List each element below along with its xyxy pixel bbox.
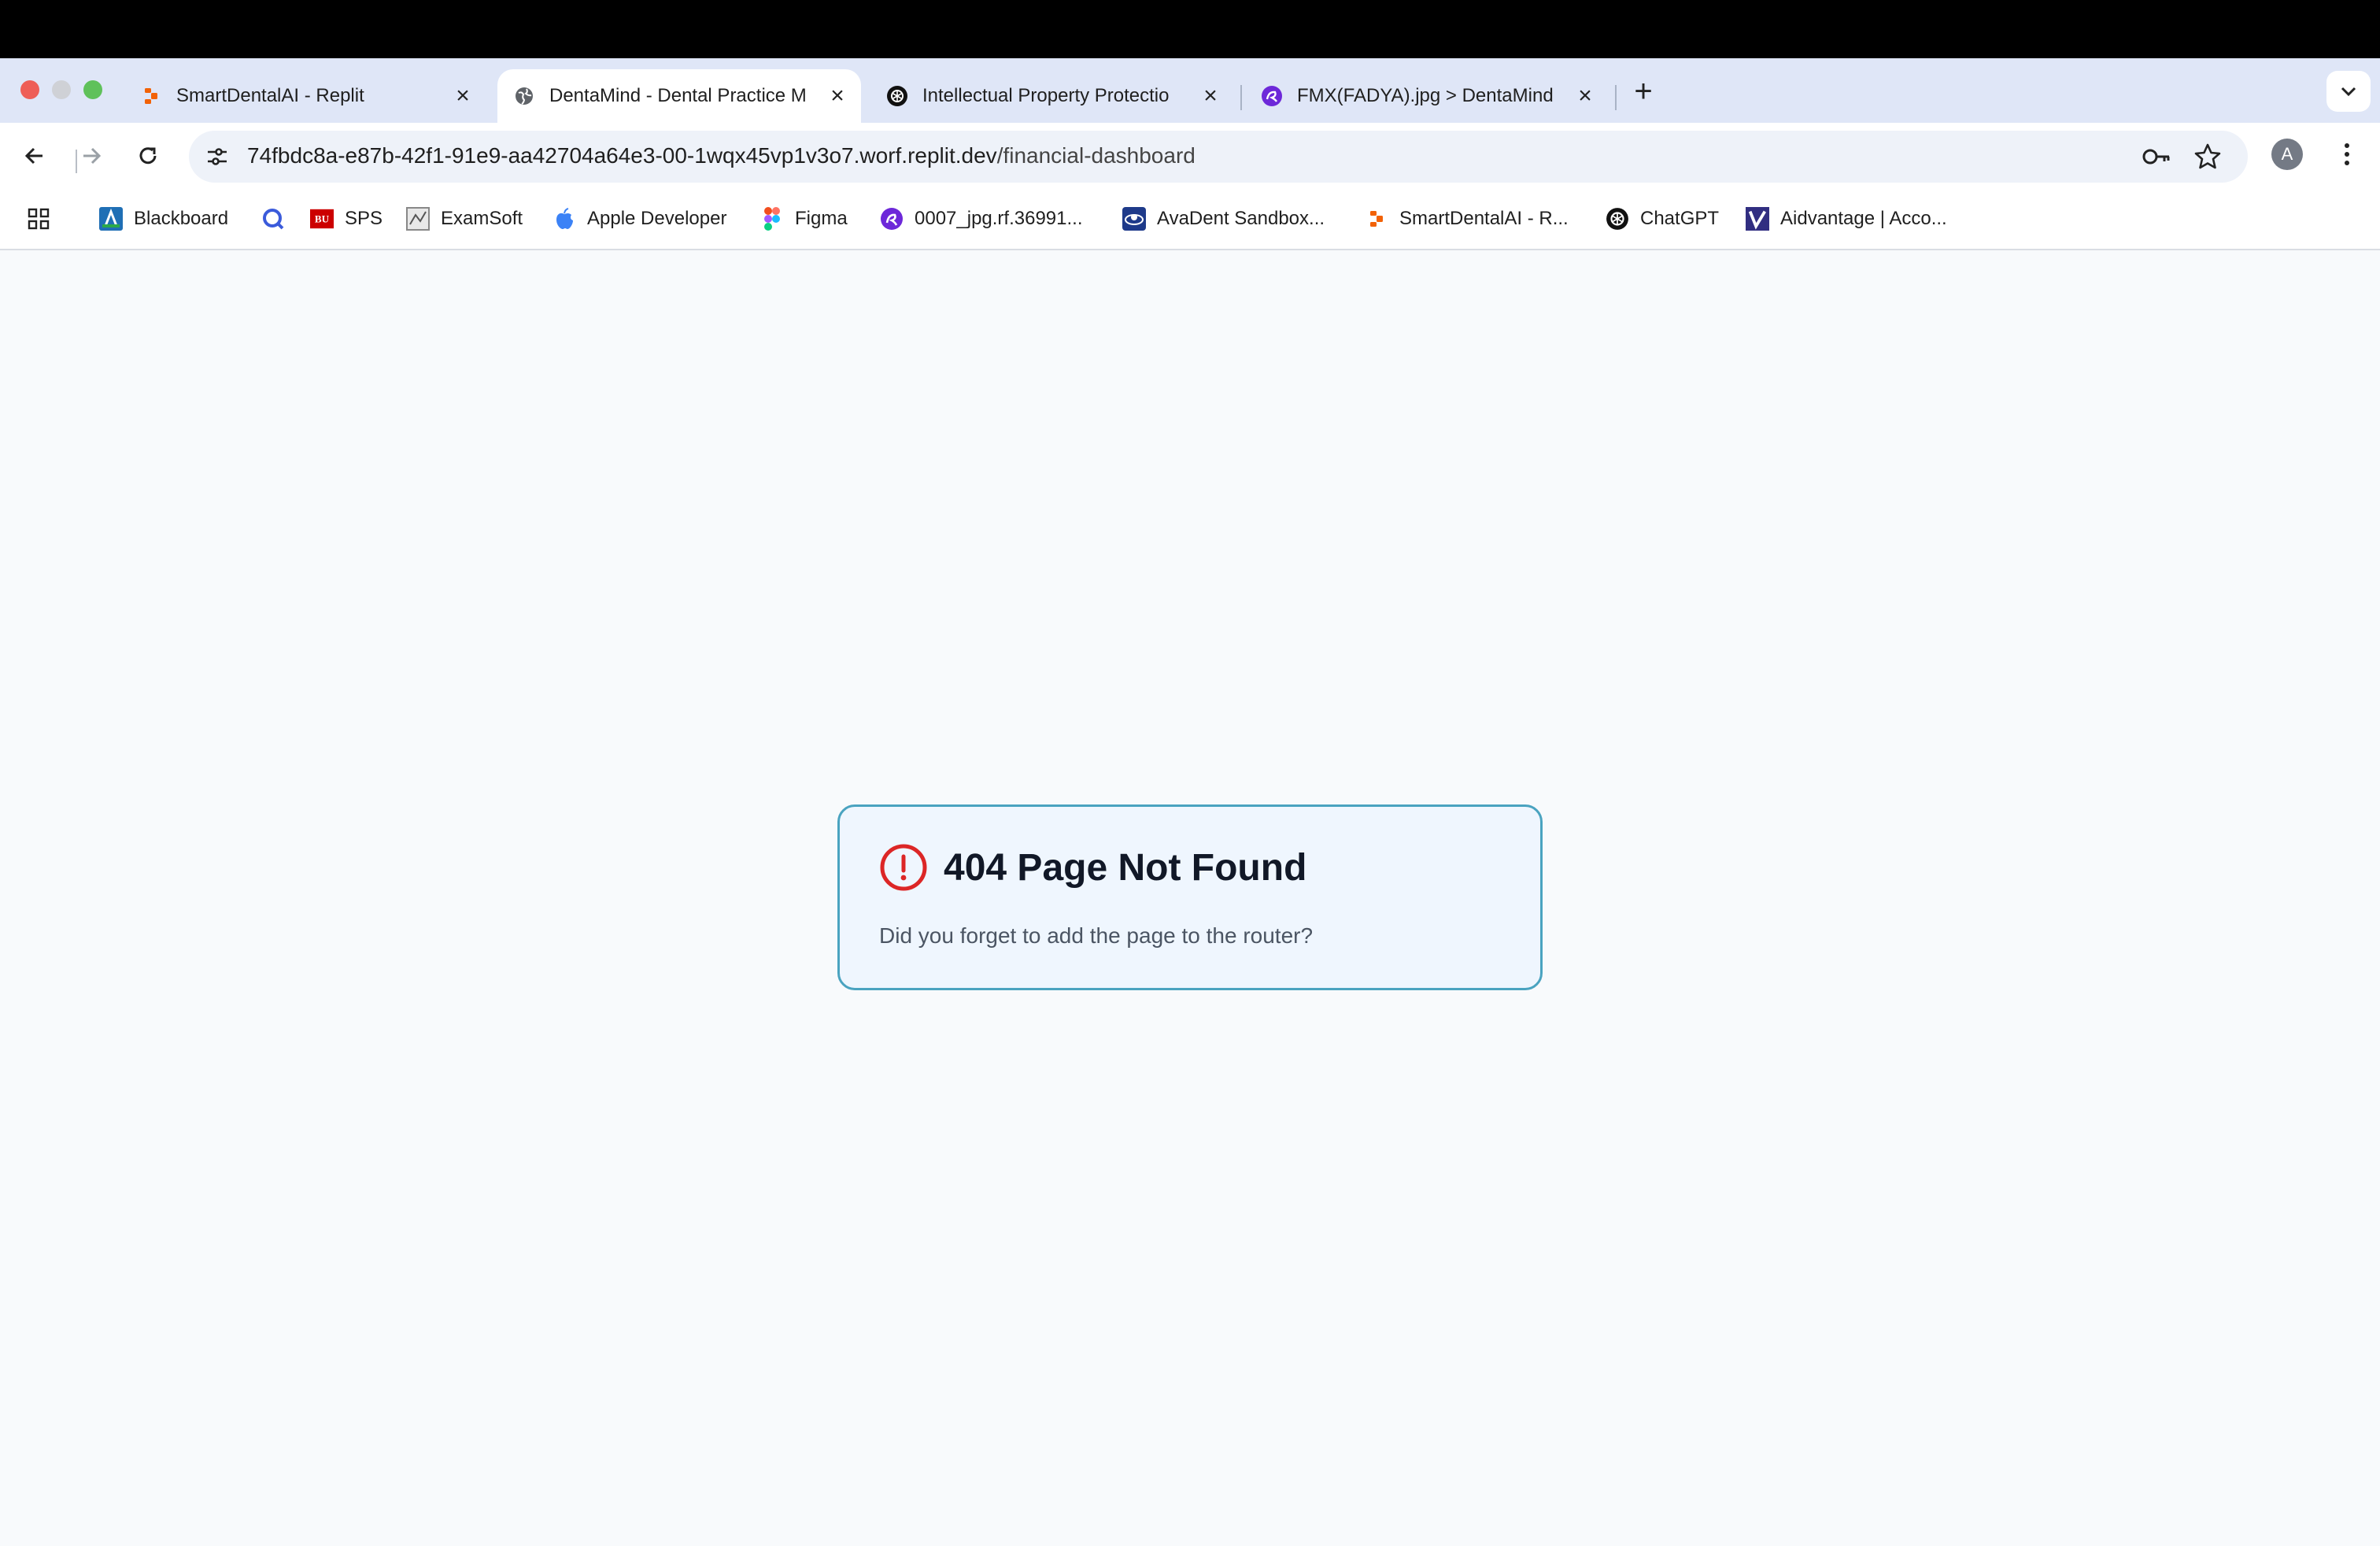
close-window-button[interactable]: [20, 80, 39, 99]
bookmark-examsoft[interactable]: ExamSoft: [406, 205, 523, 233]
bookmark-avadent[interactable]: AvaDent Sandbox...: [1122, 205, 1325, 233]
svg-text:BU: BU: [315, 213, 330, 225]
more-vertical-icon: [2345, 143, 2349, 165]
close-tab-icon[interactable]: ×: [1574, 84, 1596, 108]
tab-intellectual-property[interactable]: Intellectual Property Protectio ×: [870, 69, 1234, 123]
close-tab-icon[interactable]: ×: [452, 84, 474, 108]
globe-icon: [513, 85, 535, 107]
new-tab-button[interactable]: +: [1628, 76, 1659, 107]
address-bar[interactable]: 74fbdc8a-e87b-42f1-91e9-aa42704a64e3-00-…: [189, 131, 2248, 183]
bookmark-figma[interactable]: Figma: [760, 205, 848, 233]
url-host: 74fbdc8a-e87b-42f1-91e9-aa42704a64e3-00-…: [247, 143, 997, 168]
bookmark-star-icon[interactable]: [2193, 142, 2223, 172]
tab-title: SmartDentalAI - Replit: [176, 85, 364, 106]
bookmark-label: Figma: [795, 208, 848, 229]
error-header: 404 Page Not Found: [879, 843, 1306, 892]
q-icon: [261, 207, 285, 231]
bookmark-label: AvaDent Sandbox...: [1157, 208, 1325, 229]
roboflow-icon: [880, 207, 904, 231]
avadent-icon: [1122, 207, 1146, 231]
tab-fmx-fadya[interactable]: FMX(FADYA).jpg > DentaMind ×: [1245, 69, 1609, 123]
bookmark-aidvantage[interactable]: Aidvantage | Acco...: [1746, 205, 1947, 233]
aidvantage-icon: [1746, 207, 1769, 231]
tab-dentamind[interactable]: DentaMind - Dental Practice M ×: [497, 69, 861, 123]
replit-icon: [1365, 207, 1388, 231]
chevron-down-icon: [2341, 87, 2356, 97]
bookmark-blackboard[interactable]: Blackboard: [99, 205, 228, 233]
tab-separator: [1615, 85, 1617, 110]
apple-icon: [552, 207, 576, 231]
replit-icon: [140, 85, 162, 107]
site-settings-icon[interactable]: [205, 144, 230, 169]
bookmark-label: SmartDentalAI - R...: [1399, 208, 1569, 229]
toolbar: 74fbdc8a-e87b-42f1-91e9-aa42704a64e3-00-…: [0, 123, 2380, 189]
tab-title: DentaMind - Dental Practice M: [549, 85, 807, 106]
bookmark-label: ExamSoft: [441, 208, 523, 229]
alert-circle-icon: [880, 844, 927, 891]
tab-separator: [1240, 85, 1242, 110]
bookmark-sps[interactable]: BU SPS: [310, 205, 382, 233]
close-tab-icon[interactable]: ×: [826, 84, 848, 108]
tab-search-button[interactable]: [2326, 71, 2371, 112]
tab-title: Intellectual Property Protectio: [922, 85, 1170, 106]
bookmark-label: Blackboard: [134, 208, 229, 229]
figma-icon: [760, 207, 784, 231]
tab-strip: SmartDentalAI - Replit × DentaMind - Den…: [0, 58, 2380, 123]
examsoft-icon: [406, 207, 430, 231]
bookmark-q[interactable]: [261, 205, 296, 233]
maximize-window-button[interactable]: [83, 80, 102, 99]
browser-menu-button[interactable]: [2331, 139, 2363, 170]
bookmark-chatgpt[interactable]: ChatGPT: [1606, 205, 1719, 233]
tab-title: FMX(FADYA).jpg > DentaMind: [1297, 85, 1554, 106]
bookmark-label: Aidvantage | Acco...: [1780, 208, 1947, 229]
bookmark-label: 0007_jpg.rf.36991...: [915, 208, 1083, 229]
profile-avatar[interactable]: A: [2271, 139, 2303, 170]
blackboard-icon: [99, 207, 123, 231]
bookmark-0007-jpg[interactable]: 0007_jpg.rf.36991...: [880, 205, 1083, 233]
bookmark-label: Apple Developer: [587, 208, 727, 229]
bu-icon: BU: [310, 207, 334, 231]
browser-chrome: SmartDentalAI - Replit × DentaMind - Den…: [0, 58, 2380, 250]
back-button[interactable]: [16, 137, 54, 175]
error-title: 404 Page Not Found: [944, 846, 1307, 889]
error-message: Did you forget to add the page to the ro…: [879, 923, 1314, 948]
arrow-right-icon: [83, 147, 102, 165]
close-tab-icon[interactable]: ×: [1199, 84, 1221, 108]
bookmark-label: ChatGPT: [1640, 208, 1720, 229]
url-text[interactable]: 74fbdc8a-e87b-42f1-91e9-aa42704a64e3-00-…: [247, 143, 1196, 168]
bookmark-label: SPS: [345, 208, 383, 229]
reload-icon: [139, 147, 157, 165]
bookmarks-divider: [76, 150, 77, 173]
roboflow-icon: [1261, 85, 1283, 107]
password-key-icon[interactable]: [2141, 144, 2172, 169]
error-card: 404 Page Not Found Did you forget to add…: [837, 804, 1543, 990]
bookmark-apple-developer[interactable]: Apple Developer: [552, 205, 726, 233]
url-path: /financial-dashboard: [996, 143, 1196, 168]
page-content: 404 Page Not Found Did you forget to add…: [0, 250, 2380, 1546]
bookmarks-bar: Blackboard BU SPS ExamSoft Apple Develop…: [0, 189, 2380, 250]
minimize-window-button[interactable]: [52, 80, 71, 99]
menu-bar: [0, 0, 2380, 58]
forward-button[interactable]: [72, 137, 110, 175]
tab-smartdentalai-replit[interactable]: SmartDentalAI - Replit ×: [124, 69, 486, 123]
bookmark-smartdentalai[interactable]: SmartDentalAI - R...: [1365, 205, 1569, 233]
apps-grid-icon: [27, 207, 50, 231]
openai-icon: [1606, 207, 1629, 231]
openai-icon: [886, 85, 908, 107]
arrow-left-icon: [24, 147, 42, 165]
reload-button[interactable]: [129, 137, 167, 175]
apps-button[interactable]: [27, 205, 61, 233]
